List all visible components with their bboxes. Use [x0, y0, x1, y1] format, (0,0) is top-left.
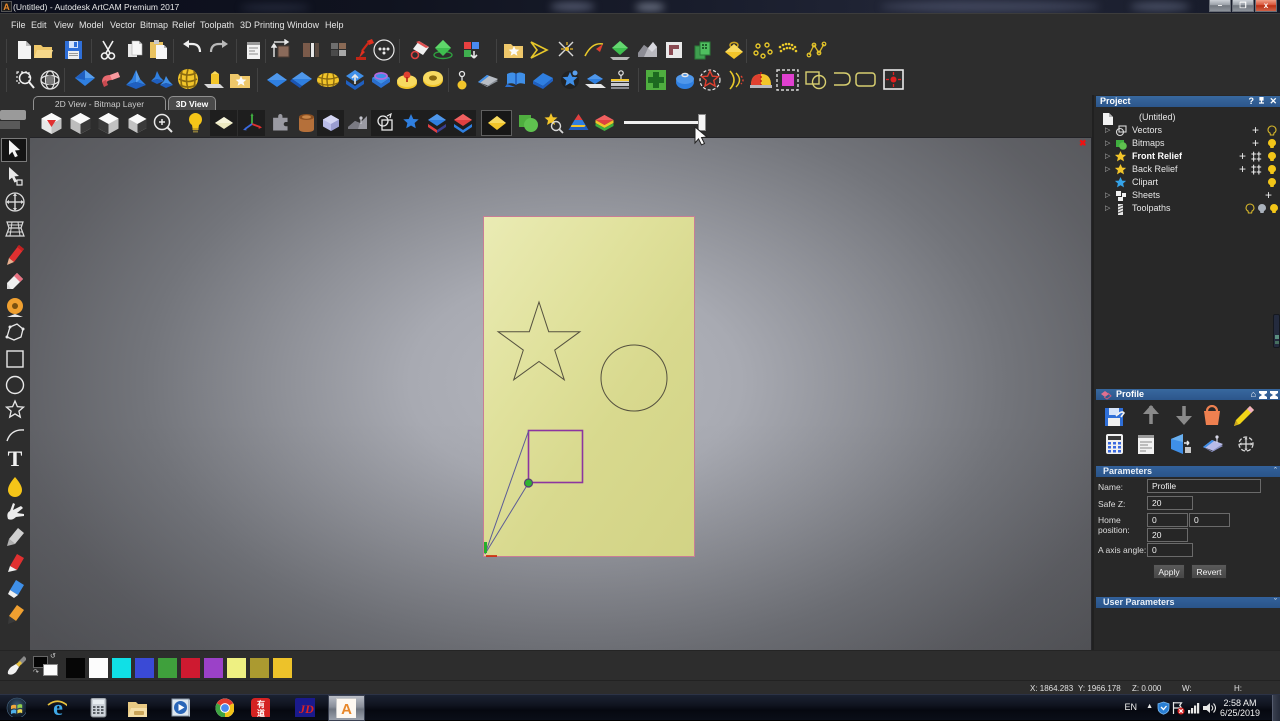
svg-text:有: 有 — [257, 699, 265, 709]
svg-text:JD: JD — [298, 702, 314, 716]
svg-text:e: e — [53, 697, 63, 717]
svg-text:A: A — [341, 701, 352, 718]
svg-text:T: T — [8, 446, 23, 471]
svg-text:道: 道 — [257, 708, 265, 717]
